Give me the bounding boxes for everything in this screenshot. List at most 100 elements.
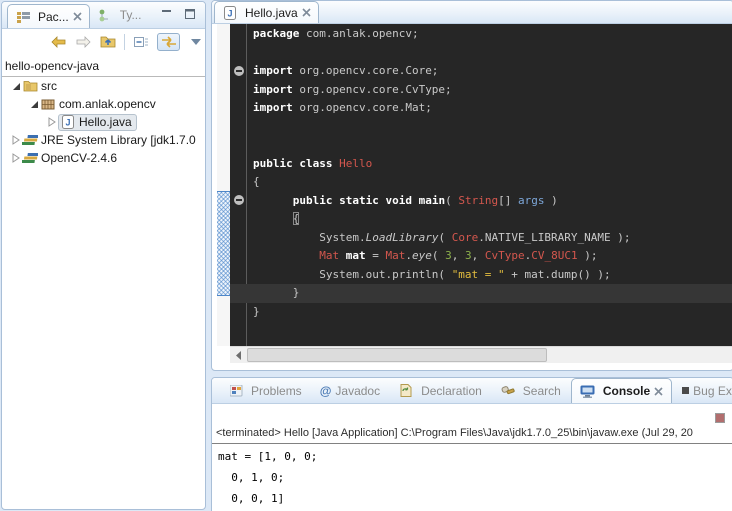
toolbar-separator [124, 34, 125, 50]
close-icon[interactable] [654, 387, 663, 396]
console-toolbar [715, 413, 725, 423]
code-line[interactable]: Mat mat = Mat.eye( 3, 3, CvType.CV_8UC1 … [253, 247, 732, 266]
selected-item-highlight[interactable]: J Hello.java [58, 114, 137, 131]
collapse-all-icon[interactable] [132, 33, 150, 51]
close-icon[interactable] [73, 12, 82, 21]
code-segment: .NATIVE_LIBRARY_NAME ); [478, 231, 630, 244]
project-root-label[interactable]: hello-opencv-java [2, 54, 205, 77]
code-segment [253, 194, 293, 207]
annotation-ruler[interactable] [217, 24, 230, 346]
explorer-tabbar: Pac... Ty... [2, 2, 205, 29]
code-segment: org.opencv.core.Core; [299, 64, 438, 77]
code-lines[interactable]: package com.anlak.opencv; import org.open… [247, 24, 732, 321]
project-tree: src com.anlak.opencv J Hello.java JRE Sy… [2, 77, 205, 167]
tab-package-explorer[interactable]: Pac... [7, 4, 90, 28]
code-line[interactable]: public static void main( String[] args ) [253, 192, 732, 211]
code-line[interactable]: { [253, 210, 732, 229]
code-line[interactable]: { [253, 173, 732, 192]
tree-item-label: OpenCV-2.4.6 [41, 151, 117, 165]
code-line[interactable]: } [253, 284, 732, 303]
forward-icon[interactable] [75, 33, 93, 51]
editor-panel: J Hello.java package com.anlak.opencv; im… [211, 0, 732, 371]
code-segment [339, 249, 346, 262]
code-segment: ( [432, 249, 445, 262]
code-line[interactable]: import org.opencv.core.Core; [253, 62, 732, 81]
code-line[interactable]: package com.anlak.opencv; [253, 25, 732, 44]
console-output-line: 0, 1, 0; [218, 467, 732, 488]
code-segment: 3 [445, 249, 452, 262]
tree-item-hello-java[interactable]: J Hello.java [2, 113, 205, 131]
tab-bug-explorer[interactable]: Bug Explorer [674, 378, 732, 403]
tab-label: Search [523, 384, 561, 398]
search-icon [500, 384, 516, 398]
code-line[interactable]: public class Hello [253, 155, 732, 174]
code-segment: . [405, 249, 412, 262]
code-segment: = [366, 249, 386, 262]
view-window-buttons [159, 2, 205, 28]
tab-javadoc[interactable]: @ Javadoc [312, 378, 388, 403]
code-segment: import [253, 101, 299, 114]
fold-collapse-icon[interactable] [234, 66, 244, 76]
code-line[interactable]: import org.opencv.core.Mat; [253, 99, 732, 118]
code-line[interactable]: import org.opencv.core.CvType; [253, 81, 732, 100]
declaration-icon [398, 384, 414, 398]
code-segment: [] [498, 194, 518, 207]
code-editor[interactable]: package com.anlak.opencv; import org.open… [230, 24, 732, 346]
up-folder-icon[interactable] [99, 33, 117, 51]
terminate-icon[interactable] [715, 413, 725, 423]
code-line[interactable]: System.out.println( "mat = " + mat.dump(… [253, 266, 732, 285]
scroll-left-icon[interactable] [230, 347, 247, 363]
code-line[interactable] [253, 44, 732, 63]
close-icon[interactable] [302, 8, 311, 17]
fold-collapse-icon[interactable] [234, 195, 244, 205]
maximize-icon[interactable] [182, 8, 197, 20]
tree-item-package[interactable]: com.anlak.opencv [2, 95, 205, 113]
code-line[interactable]: } [253, 303, 732, 322]
minimize-icon[interactable] [159, 8, 174, 20]
code-segment: , [472, 249, 485, 262]
package-icon [40, 97, 56, 111]
code-line[interactable] [253, 136, 732, 155]
type-hierarchy-icon [97, 8, 113, 22]
tab-label: Pac... [38, 10, 69, 24]
code-line[interactable]: System.LoadLibrary( Core.NATIVE_LIBRARY_… [253, 229, 732, 248]
package-explorer-icon [15, 10, 31, 24]
tab-search[interactable]: Search [492, 378, 569, 403]
tab-console[interactable]: Console [571, 378, 672, 403]
expanded-arrow-icon[interactable] [10, 80, 22, 92]
code-segment: Core [452, 231, 479, 244]
package-explorer-panel: Pac... Ty... [1, 1, 206, 510]
link-with-editor-icon[interactable] [157, 33, 181, 51]
expanded-arrow-icon[interactable] [28, 98, 40, 110]
code-segment: System. [253, 231, 366, 244]
tab-problems[interactable]: Problems [220, 378, 310, 403]
tree-item-label: Hello.java [79, 115, 132, 129]
code-segment: } [253, 305, 260, 318]
view-menu-icon[interactable] [187, 33, 205, 51]
code-segment: Mat [385, 249, 405, 262]
collapsed-arrow-icon[interactable] [10, 152, 22, 164]
javadoc-icon: @ [320, 385, 332, 397]
scrollbar-thumb[interactable] [247, 348, 547, 362]
tree-item-jre-library[interactable]: JRE System Library [jdk1.7.0 [2, 131, 205, 149]
code-segment: public class [253, 157, 339, 170]
collapsed-arrow-icon[interactable] [46, 116, 58, 128]
tab-label: Problems [251, 384, 302, 398]
horizontal-scrollbar[interactable] [230, 346, 732, 363]
tree-item-src[interactable]: src [2, 77, 205, 95]
console-output[interactable]: mat = [1, 0, 0; 0, 1, 0; 0, 0, 1] [212, 446, 732, 509]
code-segment: org.opencv.core.Mat; [299, 101, 431, 114]
tab-declaration[interactable]: Declaration [390, 378, 490, 403]
problems-icon [228, 384, 244, 398]
code-line[interactable] [253, 118, 732, 137]
tree-item-opencv-library[interactable]: OpenCV-2.4.6 [2, 149, 205, 167]
console-icon [580, 384, 596, 398]
code-segment [253, 212, 293, 225]
collapsed-arrow-icon[interactable] [10, 134, 22, 146]
tab-type-hierarchy[interactable]: Ty... [90, 2, 149, 28]
tab-label: Ty... [120, 8, 142, 22]
console-output-line: 0, 0, 1] [218, 488, 732, 509]
tab-hello-java[interactable]: J Hello.java [214, 1, 319, 23]
code-segment: package [253, 27, 306, 40]
back-icon[interactable] [50, 33, 68, 51]
